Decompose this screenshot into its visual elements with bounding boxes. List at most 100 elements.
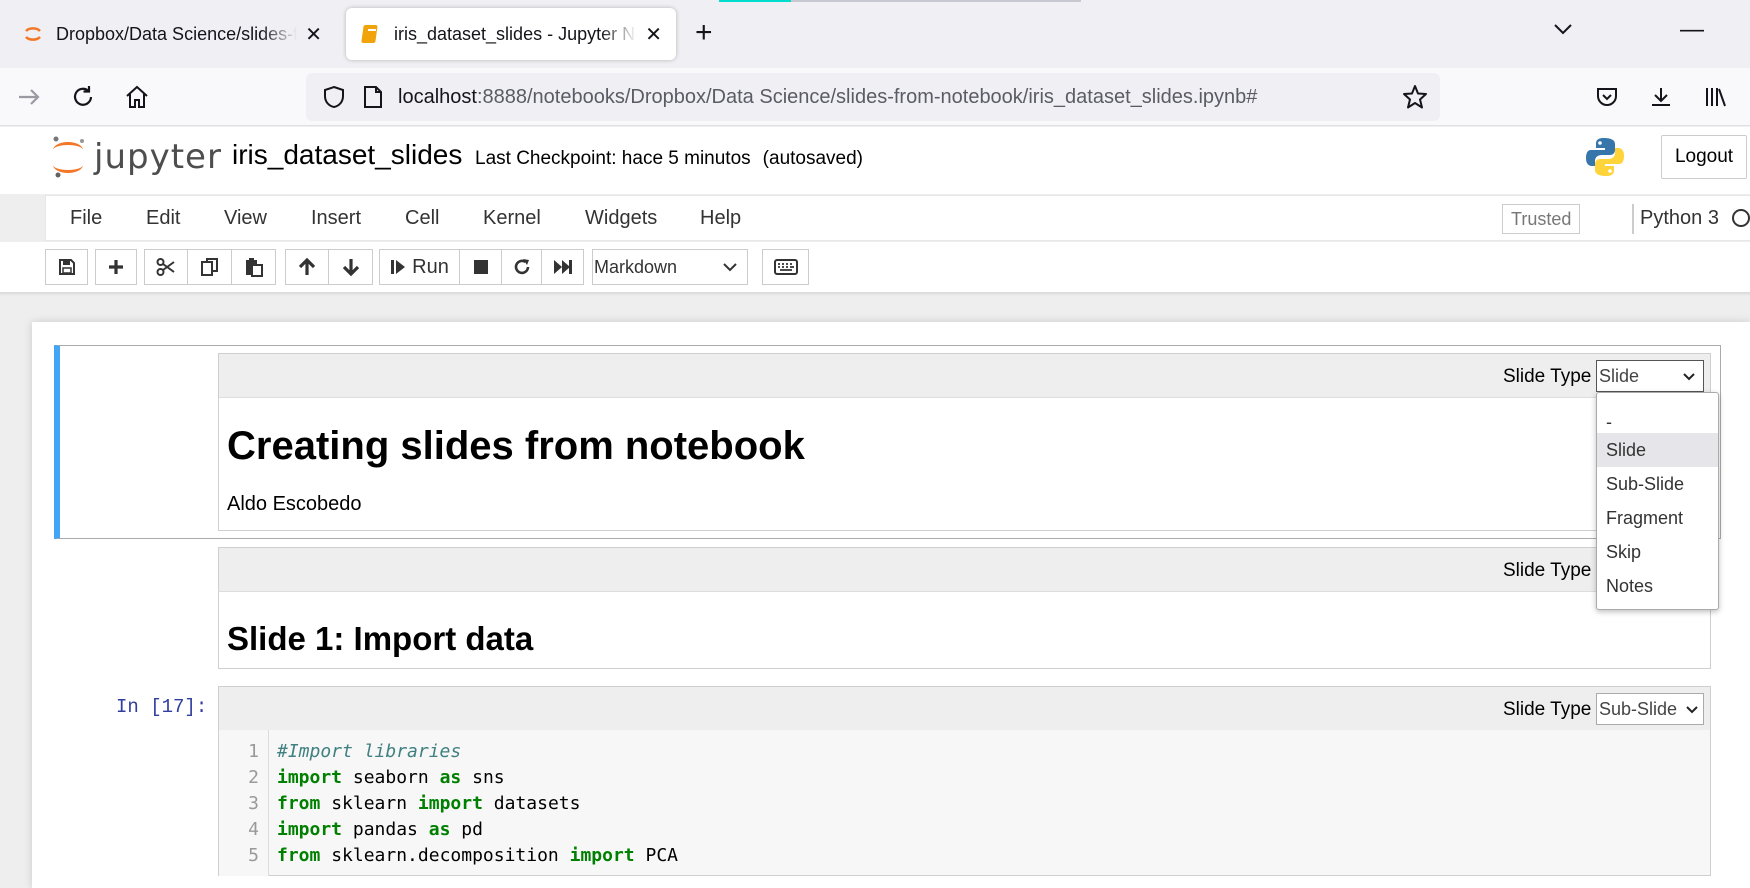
move-group	[285, 249, 373, 285]
url-path: :8888/notebooks/Dropbox/Data Science/sli…	[476, 85, 1258, 108]
save-button[interactable]	[45, 249, 88, 285]
checkpoint-status: Last Checkpoint: hace 5 minutos (autosave…	[475, 148, 863, 170]
slide-type-select[interactable]: Sub-Slide	[1596, 693, 1704, 725]
jupyter-favicon-icon	[25, 27, 41, 41]
library-icon	[1706, 88, 1726, 107]
slide-type-dropdown: - Slide Sub-Slide Fragment Skip Notes	[1596, 392, 1719, 610]
url-text[interactable]: localhost:8888/notebooks/Dropbox/Data Sc…	[398, 86, 1257, 109]
paste-button[interactable]	[232, 249, 276, 285]
run-button[interactable]: Run	[379, 249, 460, 285]
code-comment: #Import libraries	[277, 741, 462, 762]
shield-icon[interactable]	[322, 85, 346, 109]
pocket-icon	[1597, 88, 1617, 106]
reload-button[interactable]	[68, 82, 98, 112]
tab-close-icon[interactable]: ✕	[305, 22, 322, 47]
move-down-button[interactable]	[329, 249, 373, 285]
menu-help[interactable]: Help	[700, 207, 741, 230]
run-all-button[interactable]	[542, 249, 584, 285]
command-palette-button[interactable]	[762, 249, 809, 285]
kernel-name[interactable]: Python 3	[1640, 207, 1719, 230]
insert-group	[95, 249, 137, 285]
step-forward-icon	[391, 260, 406, 274]
copy-icon	[200, 258, 218, 276]
cut-button[interactable]	[144, 249, 188, 285]
trusted-indicator[interactable]: Trusted	[1502, 204, 1581, 234]
navigation-bar: localhost:8888/notebooks/Dropbox/Data Sc…	[0, 68, 1750, 126]
copy-button[interactable]	[188, 249, 232, 285]
url-bar[interactable]: localhost:8888/notebooks/Dropbox/Data Sc…	[306, 73, 1440, 121]
minimize-window-icon[interactable]: —	[1680, 16, 1704, 44]
tab-title: Dropbox/Data Science/slides-from-noteboo…	[56, 23, 298, 44]
code-editor[interactable]: 1 2 3 4 5 #Import libraries import seabo…	[218, 730, 1711, 876]
home-button[interactable]	[122, 82, 152, 112]
new-tab-button[interactable]: +	[695, 18, 713, 48]
arrow-down-icon	[342, 259, 359, 277]
menu-view[interactable]: View	[224, 207, 267, 230]
tab-iris-notebook[interactable]: iris_dataset_slides - Jupyter Notebook ✕	[346, 8, 676, 60]
logout-button[interactable]: Logout	[1661, 135, 1747, 179]
tab-dropbox-folder[interactable]: Dropbox/Data Science/slides-from-noteboo…	[8, 8, 336, 60]
line-number: 4	[248, 819, 259, 840]
keyboard-icon	[773, 259, 798, 275]
jupyter-header: jupyter iris_dataset_slides Last Checkpo…	[0, 127, 1750, 194]
python-logo-icon	[1586, 138, 1624, 176]
line-number: 5	[248, 845, 259, 866]
downloads-button[interactable]	[1646, 82, 1676, 112]
option-slide[interactable]: Slide	[1597, 433, 1718, 467]
option-skip[interactable]: Skip	[1597, 535, 1718, 569]
menubar: File Edit View Insert Cell Kernel Widget…	[45, 195, 1750, 241]
pocket-button[interactable]	[1592, 82, 1622, 112]
run-group: Run	[379, 249, 584, 285]
notebook-toolbar: Run Markdown	[0, 242, 1750, 292]
menu-edit[interactable]: Edit	[146, 207, 180, 230]
markdown-rendered: Slide 1: Import data	[218, 591, 1711, 669]
library-button[interactable]	[1700, 82, 1730, 112]
jupyter-logo[interactable]: jupyter	[50, 135, 222, 179]
slideshow-toolbar: Slide Type Slide	[218, 353, 1711, 397]
fast-forward-icon	[553, 260, 572, 274]
page-info-icon[interactable]	[362, 85, 384, 109]
browser-tab-bar: Dropbox/Data Science/slides-from-noteboo…	[0, 0, 1750, 68]
chevron-down-icon	[1683, 373, 1695, 381]
line-number: 3	[248, 793, 259, 814]
option-notes[interactable]: Notes	[1597, 569, 1718, 603]
insert-cell-button[interactable]	[95, 249, 137, 285]
clipboard-group	[144, 249, 276, 285]
chevron-down-icon	[723, 263, 737, 272]
slideshow-toolbar: Slide Type Sub-Slide	[218, 686, 1711, 730]
plus-icon	[109, 260, 123, 274]
forward-button[interactable]	[14, 82, 44, 112]
input-prompt: In [17]:	[116, 696, 208, 718]
notebook-name[interactable]: iris_dataset_slides	[232, 139, 462, 171]
option-fragment[interactable]: Fragment	[1597, 501, 1718, 535]
restart-button[interactable]	[502, 249, 542, 285]
tab-close-icon[interactable]: ✕	[645, 22, 662, 47]
option-sub-slide[interactable]: Sub-Slide	[1597, 467, 1718, 501]
slide-type-label: Slide Type	[1503, 560, 1592, 581]
paste-icon	[245, 258, 263, 277]
menu-cell[interactable]: Cell	[405, 207, 439, 230]
menu-file[interactable]: File	[70, 207, 102, 230]
section-heading: Slide 1: Import data	[227, 620, 534, 657]
slide-type-select[interactable]: Slide	[1596, 360, 1704, 392]
move-up-button[interactable]	[285, 249, 329, 285]
slide-type-label: Slide Type	[1503, 366, 1592, 387]
reload-icon	[73, 86, 93, 106]
bookmark-star-icon[interactable]	[1402, 84, 1428, 110]
line-number: 2	[248, 767, 259, 788]
slide-title-heading: Creating slides from notebook	[227, 424, 805, 468]
notebook-favicon-icon	[361, 25, 378, 43]
line-number-gutter: 1 2 3 4 5	[219, 730, 269, 876]
list-all-tabs-icon[interactable]	[1552, 18, 1574, 40]
menu-widgets[interactable]: Widgets	[585, 207, 657, 230]
url-host: localhost	[398, 85, 477, 108]
code-line: import seaborn as sns	[277, 767, 505, 788]
menu-kernel[interactable]: Kernel	[483, 207, 541, 230]
cell-type-select[interactable]: Markdown	[592, 249, 748, 285]
menu-insert[interactable]: Insert	[311, 207, 361, 230]
tab-loading-indicator	[719, 0, 791, 2]
slideshow-toolbar: Slide Type	[218, 547, 1711, 591]
slide-type-value: Sub-Slide	[1599, 698, 1678, 719]
interrupt-button[interactable]	[460, 249, 502, 285]
arrow-up-icon	[298, 257, 316, 275]
